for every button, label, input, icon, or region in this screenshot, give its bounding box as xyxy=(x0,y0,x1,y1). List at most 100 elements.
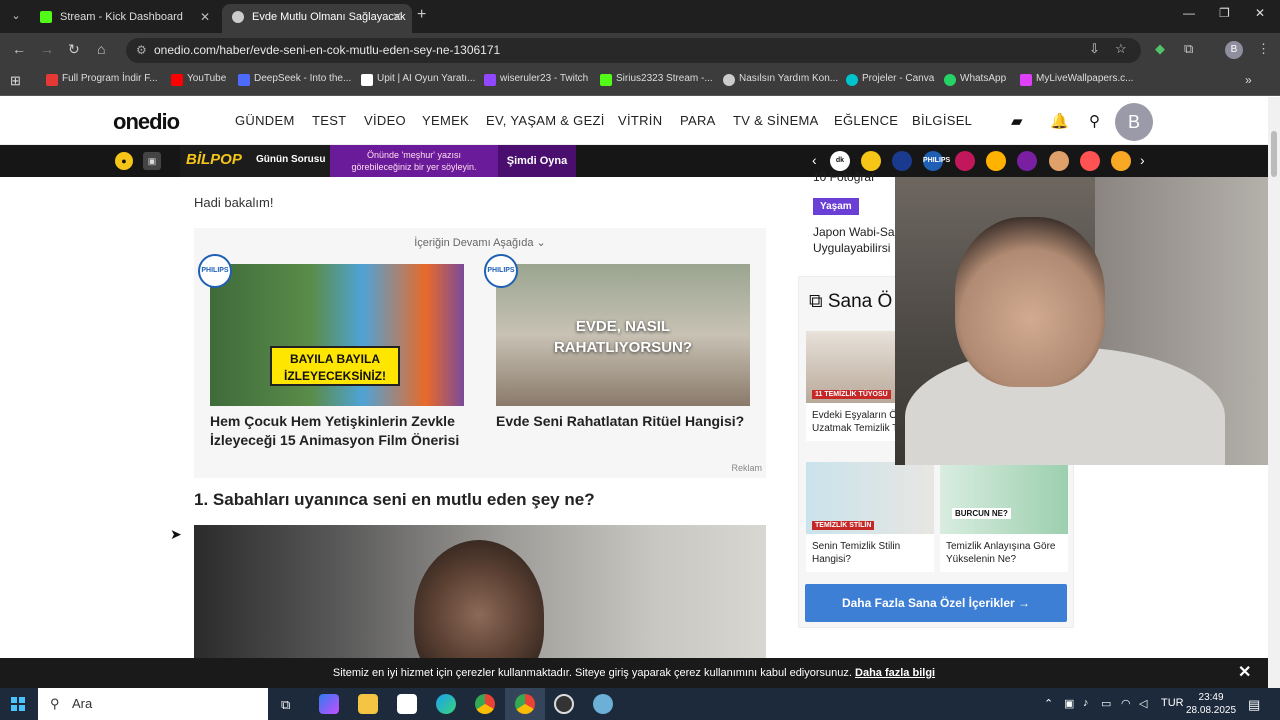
bookmark-item[interactable]: MyLiveWallpapers.c... xyxy=(1020,73,1133,86)
bell-icon[interactable]: 🔔 xyxy=(1050,112,1069,130)
story-item[interactable] xyxy=(892,151,912,171)
battery-icon[interactable]: ▭ xyxy=(1101,697,1111,710)
sidebar-snippet[interactable]: 10 Fotoğraf xyxy=(813,170,874,184)
tab-onedio-article[interactable]: Evde Mutlu Olmanı Sağlayacak ✕ xyxy=(222,4,412,33)
more-personalized-button[interactable]: Daha Fazla Sana Özel İçerikler → xyxy=(805,584,1067,622)
close-cookie-icon[interactable]: ✕ xyxy=(1238,658,1251,688)
page-scrollbar[interactable] xyxy=(1268,97,1280,688)
camera-icon[interactable]: ▣ xyxy=(1064,697,1074,710)
bookmark-item[interactable]: Projeler - Canva xyxy=(846,73,934,86)
extensions-puzzle-icon[interactable]: ⧉ xyxy=(1184,41,1193,57)
story-item[interactable]: dk xyxy=(830,151,850,171)
card-title[interactable]: Hem Çocuk Hem Yetişkinlerin Zevkle İzley… xyxy=(210,412,464,450)
nav-yemek[interactable]: YEMEK xyxy=(422,113,469,128)
profile-avatar[interactable]: B xyxy=(1225,41,1243,59)
nav-para[interactable]: PARA xyxy=(680,113,716,128)
close-tab-icon[interactable]: ✕ xyxy=(200,4,210,30)
task-view-icon[interactable]: ⧉ xyxy=(281,697,290,713)
sidebar-headline[interactable]: Japon Wabi-Sa Uygulayabilirsi xyxy=(813,224,895,256)
minimize-icon[interactable]: — xyxy=(1183,6,1195,20)
microphone-icon[interactable]: ♪ xyxy=(1083,697,1089,709)
bookmark-item[interactable]: Sirius2323 Stream -... xyxy=(600,73,713,86)
chrome-active-icon[interactable] xyxy=(515,694,535,714)
tab-title: Stream - Kick Dashboard xyxy=(60,11,183,23)
clock[interactable]: 23:49 28.08.2025 xyxy=(1186,691,1236,717)
paint-icon[interactable] xyxy=(593,694,613,714)
bookmark-item[interactable]: wiseruler23 - Twitch xyxy=(484,73,588,86)
nav-vitrin[interactable]: VİTRİN xyxy=(618,113,662,128)
site-info-icon[interactable]: ⚙ xyxy=(136,38,147,63)
story-item[interactable] xyxy=(861,151,881,171)
bookmark-item[interactable]: YouTube xyxy=(171,73,226,86)
bookmark-item[interactable]: Full Program İndir F... xyxy=(46,73,158,86)
close-tab-icon[interactable]: ✕ xyxy=(392,4,402,30)
category-tag[interactable]: Yaşam xyxy=(813,198,859,215)
tab-kick-dashboard[interactable]: Stream - Kick Dashboard ✕ xyxy=(30,4,220,33)
play-now-button[interactable]: Şimdi Oyna xyxy=(498,145,576,177)
taskbar-search[interactable]: ⚲ Ara xyxy=(38,688,268,720)
card-title[interactable]: Evde Seni Rahatlatan Ritüel Hangisi? xyxy=(496,412,750,431)
recommendation-card[interactable]: PHILIPS BAYILA BAYILA İZLEYECEKSİNİZ! He… xyxy=(198,254,464,450)
tray-expand-icon[interactable]: ⌃ xyxy=(1044,697,1053,710)
bilpop-banner[interactable]: BİLPOP Günün Sorusu xyxy=(180,145,330,177)
stories-next-icon[interactable]: › xyxy=(1140,152,1145,168)
stories-prev-icon[interactable]: ‹ xyxy=(812,152,817,168)
nav-gundem[interactable]: GÜNDEM xyxy=(235,113,295,128)
store-icon[interactable] xyxy=(397,694,417,714)
forward-icon[interactable]: → xyxy=(40,41,54,57)
puzzle-icon[interactable]: ▣ xyxy=(143,152,161,170)
nav-test[interactable]: TEST xyxy=(312,113,346,128)
windows-start-icon[interactable] xyxy=(11,697,25,711)
extension-icon[interactable]: ◆ xyxy=(1155,41,1165,57)
onedio-logo[interactable]: onedio xyxy=(113,109,180,135)
language-indicator[interactable]: TUR xyxy=(1161,697,1184,709)
story-item[interactable] xyxy=(1080,151,1100,171)
copilot-icon[interactable] xyxy=(319,694,339,714)
cookie-more-info-link[interactable]: Daha fazla bilgi xyxy=(855,667,935,679)
volume-icon[interactable]: ◁ xyxy=(1139,697,1147,710)
home-icon[interactable]: ⌂ xyxy=(97,41,105,57)
story-item[interactable] xyxy=(986,151,1006,171)
nav-video[interactable]: VİDEO xyxy=(364,113,406,128)
story-item[interactable] xyxy=(1111,151,1131,171)
personalized-card[interactable]: TEMİZLİK STİLİN Senin Temizlik Stilin Ha… xyxy=(806,462,934,572)
bookmark-item[interactable]: Nasılsın Yardım Kon... xyxy=(723,73,838,86)
chrome-icon[interactable] xyxy=(475,694,495,714)
user-avatar[interactable]: B xyxy=(1115,103,1153,141)
nav-bilgisel[interactable]: BİLGİSEL xyxy=(912,113,972,128)
bookmark-star-icon[interactable]: ☆ xyxy=(1115,41,1127,57)
tab-search-icon[interactable]: ⌄ xyxy=(6,6,26,26)
recommendation-card[interactable]: PHILIPS EVDE, NASIL RAHATLIYORSUN? Evde … xyxy=(484,254,750,431)
personalized-card[interactable]: BURCUN NE? Temizlik Anlayışına Göre Yüks… xyxy=(940,462,1068,572)
reload-icon[interactable]: ↻ xyxy=(68,41,80,58)
story-item[interactable]: PHILIPS xyxy=(923,151,950,171)
chat-icon[interactable]: ▰ xyxy=(1011,112,1023,130)
browser-menu-icon[interactable]: ⋮ xyxy=(1257,41,1270,57)
more-bookmarks-icon[interactable]: » xyxy=(1245,73,1252,87)
nav-tv-sinema[interactable]: TV & SİNEMA xyxy=(733,113,819,128)
install-app-icon[interactable]: ⇩ xyxy=(1089,41,1100,57)
notification-icon[interactable]: ▤ xyxy=(1248,697,1260,713)
bookmark-item[interactable]: DeepSeek - Into the... xyxy=(238,73,351,86)
back-icon[interactable]: ← xyxy=(12,41,26,57)
scrollbar-thumb[interactable] xyxy=(1271,131,1277,177)
nav-ev-yasam-gezi[interactable]: EV, YAŞAM & GEZİ xyxy=(486,113,605,128)
restore-icon[interactable]: ❐ xyxy=(1219,6,1230,20)
bookmark-item[interactable]: Upit | AI Oyun Yaratı... xyxy=(361,73,475,86)
story-item[interactable] xyxy=(1049,151,1069,171)
wifi-icon[interactable]: ◠ xyxy=(1121,697,1131,710)
story-item[interactable] xyxy=(955,151,975,171)
quiz-question[interactable]: Önünde 'meşhur' yazısı görebileceğiniz b… xyxy=(330,145,498,177)
new-tab-icon[interactable]: + xyxy=(417,6,426,24)
close-window-icon[interactable]: ✕ xyxy=(1255,6,1265,20)
obs-icon[interactable] xyxy=(554,694,574,714)
address-bar[interactable]: ⚙ onedio.com/haber/evde-seni-en-cok-mutl… xyxy=(126,38,1141,63)
nav-eglence[interactable]: EĞLENCE xyxy=(834,113,898,128)
apps-grid-icon[interactable]: ⊞ xyxy=(10,73,21,89)
game-icon[interactable]: ● xyxy=(115,152,133,170)
file-explorer-icon[interactable] xyxy=(358,694,378,714)
bookmark-item[interactable]: WhatsApp xyxy=(944,73,1006,86)
story-item[interactable] xyxy=(1017,151,1037,171)
edge-icon[interactable] xyxy=(436,694,456,714)
search-icon[interactable]: ⚲ xyxy=(1089,112,1100,130)
